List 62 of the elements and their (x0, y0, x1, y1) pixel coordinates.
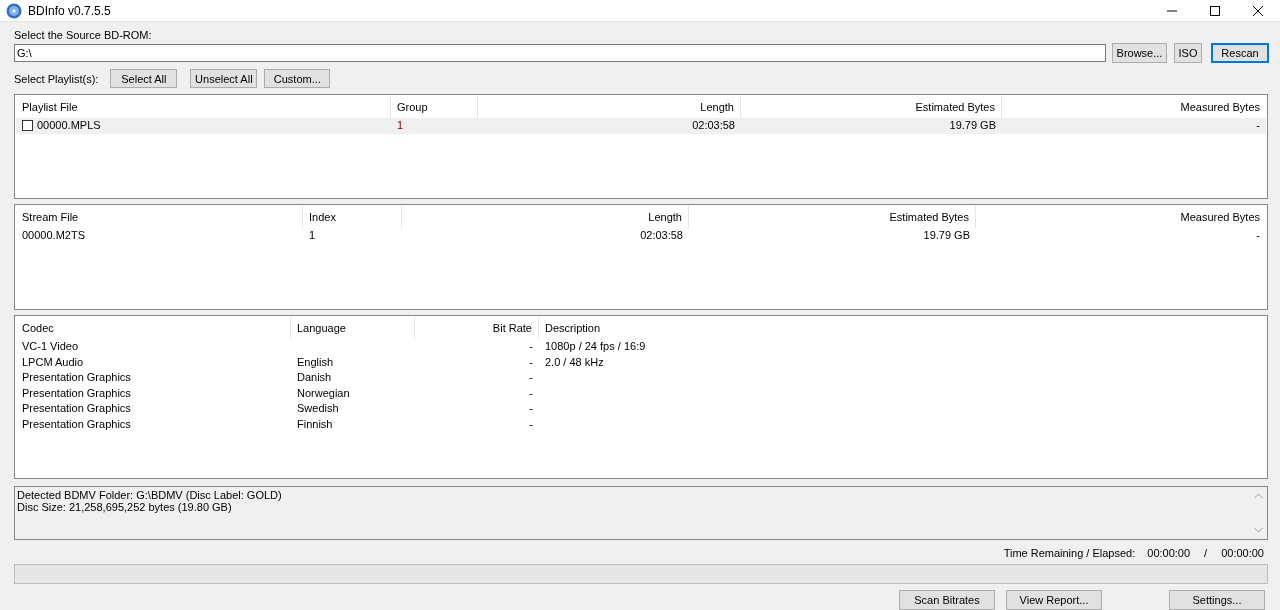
table-cell: Finnish (297, 416, 333, 432)
column-header[interactable]: Stream File (16, 206, 303, 228)
column-header[interactable]: Length (402, 206, 689, 228)
table-cell: 1 (309, 228, 316, 244)
table-cell: 00000.M2TS (22, 228, 85, 244)
playlist-checkbox[interactable] (22, 120, 33, 132)
column-header[interactable]: Bit Rate (415, 317, 539, 339)
table-cell: Presentation Graphics (22, 401, 131, 417)
table-cell: Swedish (297, 401, 339, 417)
playlist-select-button[interactable]: Unselect All (190, 69, 258, 88)
info-line: Detected BDMV Folder: G:\BDMV (Disc Label: GOLD) (17, 489, 283, 501)
table-cell: - (529, 370, 533, 386)
table-cell: English (297, 354, 334, 370)
table-cell: Presentation Graphics (22, 370, 131, 386)
playlist-select-label: Select Playlist(s): (14, 71, 99, 86)
table-cell: - (529, 354, 533, 370)
column-header[interactable]: Codec (16, 317, 291, 339)
table-cell: 19.79 GB (923, 228, 970, 244)
table-cell: - (1256, 118, 1260, 134)
table-cell: Norwegian (297, 385, 350, 401)
window-title: BDInfo v0.7.5.5 (28, 3, 111, 18)
maximize-icon[interactable] (1210, 5, 1220, 16)
close-icon[interactable] (1253, 5, 1263, 16)
table-cell: Danish (297, 370, 332, 386)
source-button[interactable]: ISO (1174, 43, 1202, 63)
time-remaining: 00:00:00 (1147, 547, 1191, 559)
table-cell: - (529, 339, 533, 355)
playlist-row[interactable]: 00000.MPLS 1 02:03:58 19.79 GB - (16, 118, 1266, 134)
column-header[interactable]: Language (291, 317, 415, 339)
bottom-button[interactable]: Settings... (1169, 590, 1265, 610)
table-cell: 2.0 / 48 kHz (545, 354, 604, 370)
table-cell: - (529, 385, 533, 401)
bottom-button[interactable]: Scan Bitrates (899, 590, 995, 610)
table-cell: LPCM Audio (22, 354, 84, 370)
table-cell: Presentation Graphics (22, 385, 131, 401)
table-cell: 1080p / 24 fps / 16:9 (545, 339, 646, 355)
table-cell: - (529, 401, 533, 417)
playlist-select-button[interactable]: Custom... (264, 69, 331, 88)
time-label: Time Remaining / Elapsed: (1003, 547, 1136, 559)
source-button[interactable]: Rescan (1211, 43, 1269, 63)
table-cell: 02:03:58 (692, 118, 735, 134)
table-cell: Presentation Graphics (22, 416, 131, 432)
source-path-field[interactable]: G:\ (14, 44, 1106, 62)
column-header[interactable]: Measured Bytes (1002, 96, 1266, 118)
table-cell: VC-1 Video (22, 339, 79, 355)
column-header[interactable]: Estimated Bytes (689, 206, 976, 228)
table-cell: 19.79 GB (949, 118, 996, 134)
time-elapsed: 00:00:00 (1221, 547, 1264, 559)
source-label: Select the Source BD-ROM: (14, 28, 153, 42)
table-cell: 02:03:58 (640, 228, 683, 244)
table-cell: - (1256, 228, 1260, 244)
column-header[interactable]: Description (539, 317, 1266, 339)
table-cell: 1 (397, 118, 404, 134)
source-button[interactable]: Browse... (1112, 43, 1167, 63)
table-cell: - (529, 416, 533, 432)
playlist-select-button[interactable]: Select All (110, 69, 178, 88)
time-separator: / (1204, 547, 1208, 559)
column-header[interactable]: Index (303, 206, 402, 228)
bottom-button[interactable]: View Report... (1006, 590, 1102, 610)
info-line: Disc Size: 21,258,695,252 bytes (19.80 GB) (17, 501, 233, 513)
column-header[interactable]: Measured Bytes (976, 206, 1266, 228)
table-cell: 00000.MPLS (37, 118, 101, 134)
